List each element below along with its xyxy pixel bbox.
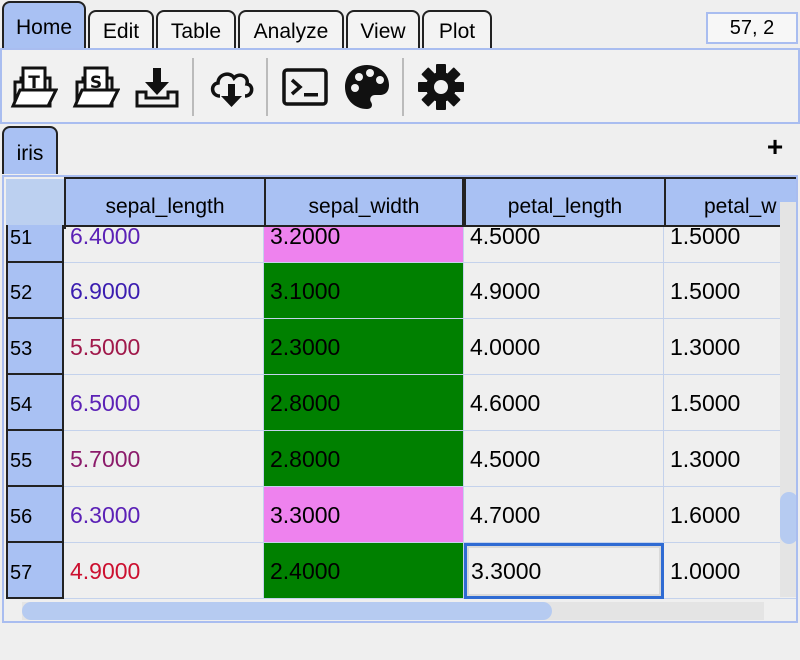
open-sas-file-icon[interactable]: S bbox=[70, 62, 120, 112]
cell-sepal_length-53[interactable]: 5.5000 bbox=[64, 319, 264, 375]
toolbar-separator bbox=[266, 58, 268, 116]
palette-icon[interactable] bbox=[342, 62, 392, 112]
cell-petal_width-55[interactable]: 1.3000 bbox=[664, 431, 796, 487]
tab-view[interactable]: View bbox=[346, 10, 420, 48]
column-header-petal_length[interactable]: petal_length bbox=[464, 177, 666, 227]
gear-icon[interactable] bbox=[416, 62, 466, 112]
horizontal-scrollbar-thumb[interactable] bbox=[22, 602, 552, 620]
tab-edit[interactable]: Edit bbox=[88, 10, 154, 48]
cell-petal_width-54[interactable]: 1.5000 bbox=[664, 375, 796, 431]
cell-coordinate-readout: 57, 2 bbox=[706, 12, 798, 44]
row-header-54[interactable]: 54 bbox=[6, 375, 64, 431]
cell-sepal_width-52[interactable]: 3.1000 bbox=[264, 263, 464, 319]
cell-petal_width-56[interactable]: 1.6000 bbox=[664, 487, 796, 543]
column-header-petal_width[interactable]: petal_w bbox=[664, 177, 796, 227]
cell-sepal_length-55[interactable]: 5.7000 bbox=[64, 431, 264, 487]
tab-table[interactable]: Table bbox=[156, 10, 236, 48]
row-header-53[interactable]: 53 bbox=[6, 319, 64, 375]
toolbar-separator bbox=[192, 58, 194, 116]
cell-sepal_length-51[interactable]: 6.4000 bbox=[64, 225, 264, 263]
row-header-55[interactable]: 55 bbox=[6, 431, 64, 487]
cell-petal_length-52[interactable]: 4.9000 bbox=[464, 263, 664, 319]
cell-petal_width-52[interactable]: 1.5000 bbox=[664, 263, 796, 319]
toolbar: T S bbox=[0, 48, 800, 124]
cell-sepal_length-54[interactable]: 6.5000 bbox=[64, 375, 264, 431]
row-header-56[interactable]: 56 bbox=[6, 487, 64, 543]
cell-petal_length-57[interactable]: 3.3000 bbox=[464, 543, 664, 599]
row-header-52[interactable]: 52 bbox=[6, 263, 64, 319]
add-sheet-button[interactable]: + bbox=[762, 132, 788, 162]
cell-petal_length-56[interactable]: 4.7000 bbox=[464, 487, 664, 543]
cell-petal_width-53[interactable]: 1.3000 bbox=[664, 319, 796, 375]
column-header-sepal_width[interactable]: sepal_width bbox=[264, 177, 464, 227]
cell-sepal_width-53[interactable]: 2.3000 bbox=[264, 319, 464, 375]
data-grid[interactable]: 51 6.4000 3.2000 4.5000 1.5000 52 6.9000 3.1000… bbox=[2, 175, 798, 623]
vertical-scrollbar-thumb[interactable] bbox=[780, 492, 796, 544]
column-header-sepal_length[interactable]: sepal_length bbox=[64, 177, 266, 227]
menu-bar: Home Edit Table Analyze View Plot 57, 2 bbox=[0, 0, 800, 50]
cell-petal_length-53[interactable]: 4.0000 bbox=[464, 319, 664, 375]
row-header-51[interactable]: 51 bbox=[6, 225, 64, 263]
cell-sepal_length-52[interactable]: 6.9000 bbox=[64, 263, 264, 319]
open-text-file-icon[interactable]: T bbox=[8, 62, 58, 112]
cell-sepal_width-55[interactable]: 2.8000 bbox=[264, 431, 464, 487]
row-header-57[interactable]: 57 bbox=[6, 543, 64, 599]
tab-analyze[interactable]: Analyze bbox=[238, 10, 344, 48]
toolbar-separator bbox=[402, 58, 404, 116]
tab-home[interactable]: Home bbox=[2, 1, 86, 49]
cell-sepal_width-57[interactable]: 2.4000 bbox=[264, 543, 464, 599]
grid-corner[interactable] bbox=[6, 179, 66, 229]
cell-sepal_length-56[interactable]: 6.3000 bbox=[64, 487, 264, 543]
terminal-icon[interactable] bbox=[280, 62, 330, 112]
cell-petal_length-51[interactable]: 4.5000 bbox=[464, 225, 664, 263]
cell-sepal_width-51[interactable]: 3.2000 bbox=[264, 225, 464, 263]
cell-petal_length-54[interactable]: 4.6000 bbox=[464, 375, 664, 431]
cell-sepal_width-56[interactable]: 3.3000 bbox=[264, 487, 464, 543]
cell-petal_width-51[interactable]: 1.5000 bbox=[664, 225, 796, 263]
sheet-tab-bar: iris + bbox=[0, 124, 800, 176]
cell-sepal_length-57[interactable]: 4.9000 bbox=[64, 543, 264, 599]
cell-sepal_width-54[interactable]: 2.8000 bbox=[264, 375, 464, 431]
cell-petal_width-57[interactable]: 1.0000 bbox=[664, 543, 796, 599]
sheet-tab-iris[interactable]: iris bbox=[2, 126, 58, 174]
tab-plot[interactable]: Plot bbox=[422, 10, 492, 48]
cloud-download-icon[interactable] bbox=[206, 62, 256, 112]
cell-petal_length-55[interactable]: 4.5000 bbox=[464, 431, 664, 487]
download-tray-icon[interactable] bbox=[132, 62, 182, 112]
